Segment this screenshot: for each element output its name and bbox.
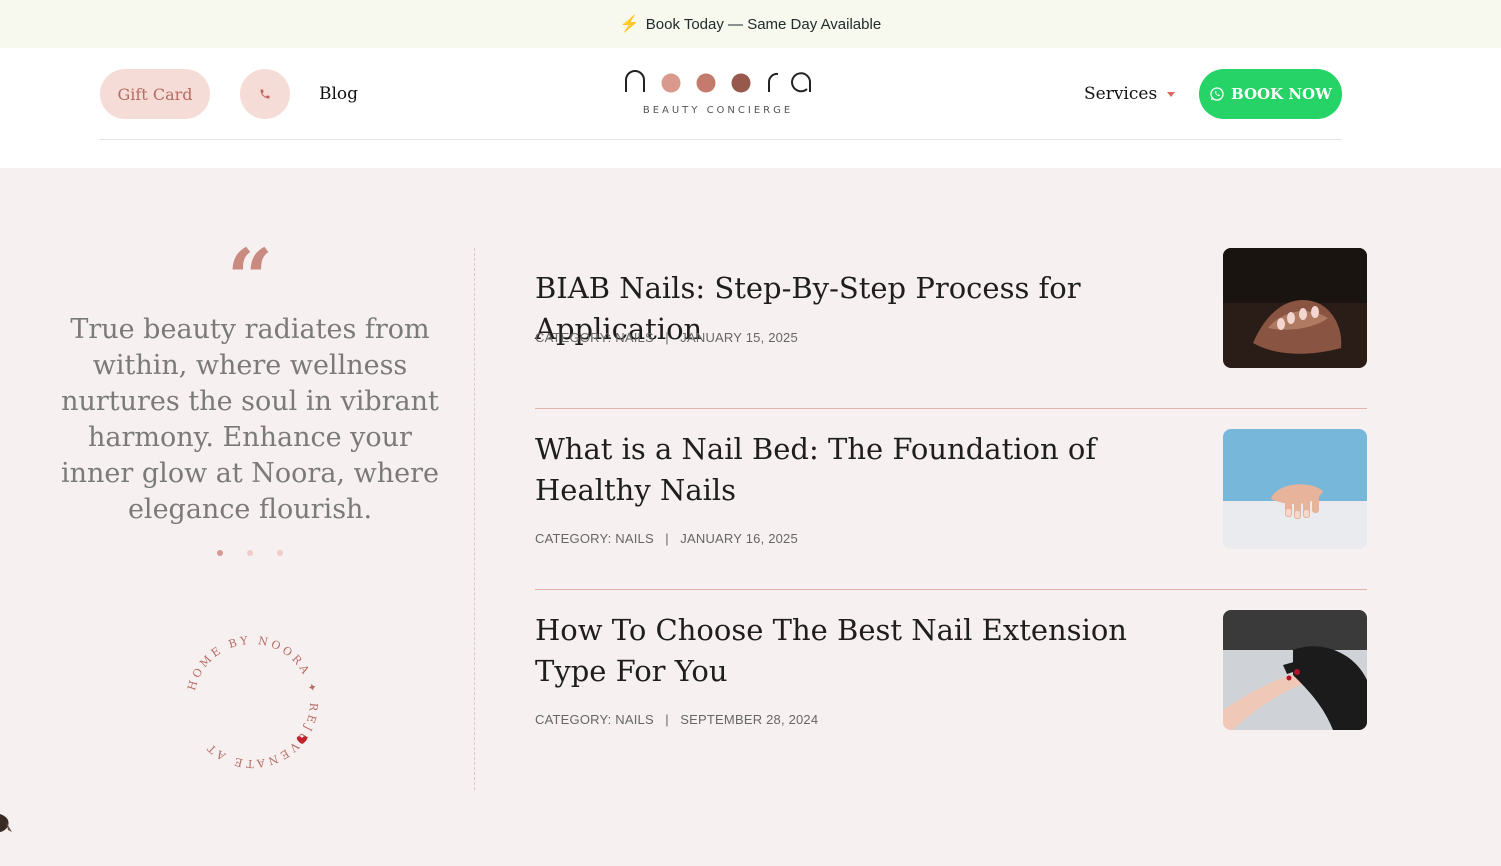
slider-dot[interactable] bbox=[277, 550, 283, 556]
column-divider bbox=[474, 248, 475, 790]
services-menu[interactable]: Services bbox=[1084, 84, 1176, 104]
post-thumbnail[interactable] bbox=[1223, 610, 1367, 730]
post-title[interactable]: What is a Nail Bed: The Foundation of He… bbox=[535, 429, 1195, 511]
testimonial-text: True beauty radiates from within, where … bbox=[61, 314, 439, 525]
post-category[interactable]: CATEGORY: NAILS bbox=[535, 330, 654, 345]
chevron-down-icon bbox=[1167, 91, 1176, 97]
logo-tagline: BEAUTY CONCIERGE bbox=[642, 105, 794, 116]
noora-logo[interactable] bbox=[620, 66, 816, 126]
svg-text:HOME BY NOORA ✦ REJUVENATE AT: HOME BY NOORA ✦ REJUVENATE AT bbox=[185, 634, 320, 770]
whatsapp-icon bbox=[1210, 87, 1224, 101]
site-header: Gift Card Blog BEAUTY CONCIERGE Services… bbox=[0, 48, 1501, 168]
testimonial-slider: “ True beauty radiates from within, wher… bbox=[60, 231, 440, 556]
post-thumbnail[interactable] bbox=[1223, 429, 1367, 549]
post-divider bbox=[535, 408, 1367, 409]
post-date: JANUARY 15, 2025 bbox=[680, 330, 798, 345]
badge-text: HOME BY NOORA ✦ REJUVENATE AT bbox=[185, 634, 317, 770]
blog-post[interactable]: How To Choose The Best Nail Extension Ty… bbox=[535, 610, 1367, 730]
meta-separator: | bbox=[657, 531, 677, 546]
services-label: Services bbox=[1084, 84, 1158, 104]
post-meta: CATEGORY: NAILS | JANUARY 15, 2025 bbox=[535, 330, 798, 345]
post-category[interactable]: CATEGORY: NAILS bbox=[535, 531, 654, 546]
nav-blog-link[interactable]: Blog bbox=[319, 84, 358, 104]
gift-card-button[interactable]: Gift Card bbox=[100, 69, 210, 119]
slider-dot[interactable] bbox=[217, 550, 223, 556]
phone-icon bbox=[260, 89, 270, 99]
post-title[interactable]: How To Choose The Best Nail Extension Ty… bbox=[535, 610, 1195, 692]
book-now-label: BOOK NOW bbox=[1231, 85, 1332, 103]
post-meta: CATEGORY: NAILS | JANUARY 16, 2025 bbox=[535, 531, 798, 546]
meta-separator: | bbox=[657, 330, 677, 345]
post-date: JANUARY 16, 2025 bbox=[680, 531, 798, 546]
blog-post[interactable]: What is a Nail Bed: The Foundation of He… bbox=[535, 429, 1367, 549]
header-divider bbox=[100, 139, 1342, 140]
announcement-bar: ⚡ Book Today — Same Day Available bbox=[0, 0, 1501, 48]
post-category[interactable]: CATEGORY: NAILS bbox=[535, 712, 654, 727]
post-date: SEPTEMBER 28, 2024 bbox=[680, 712, 819, 727]
decorative-bird-icon bbox=[0, 814, 12, 832]
post-thumbnail[interactable] bbox=[1223, 248, 1367, 368]
lightning-icon: ⚡ bbox=[619, 16, 640, 33]
slider-dot[interactable] bbox=[247, 550, 253, 556]
meta-separator: | bbox=[657, 712, 677, 727]
post-meta: CATEGORY: NAILS | SEPTEMBER 28, 2024 bbox=[535, 712, 818, 727]
book-now-button[interactable]: BOOK NOW bbox=[1199, 69, 1342, 119]
blog-post[interactable]: BIAB Nails: Step-By-Step Process for App… bbox=[535, 248, 1367, 388]
slider-dots bbox=[60, 550, 440, 556]
announcement-text: Book Today — Same Day Available bbox=[645, 15, 882, 33]
post-divider bbox=[535, 589, 1367, 590]
quote-icon: “ bbox=[226, 231, 273, 325]
phone-button[interactable] bbox=[240, 69, 290, 119]
circular-badge: HOME BY NOORA ✦ REJUVENATE AT bbox=[185, 634, 320, 770]
